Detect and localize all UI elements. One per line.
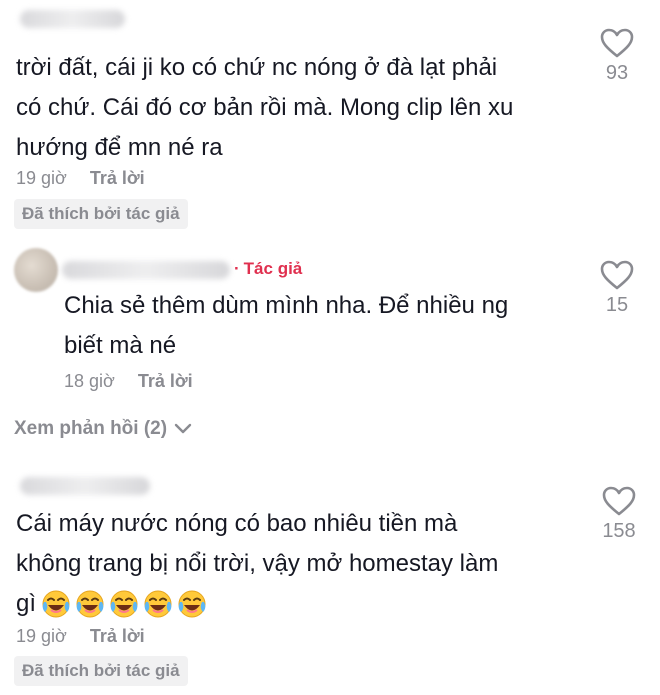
laughing-tears-emoji (76, 590, 104, 618)
reply-button[interactable]: Trả lời (90, 168, 145, 188)
username-blurred[interactable] (20, 10, 125, 28)
view-replies-button[interactable]: Xem phản hồi (2) (14, 418, 193, 440)
avatar[interactable] (14, 248, 58, 292)
comment-text-line: trời đất, cái ji ko có chứ nc nóng ở đà … (16, 54, 498, 81)
comment-text-line: Cái máy nước nóng có bao nhiêu tiền mà (16, 510, 458, 537)
like-button[interactable]: 93 (592, 28, 642, 85)
laughing-tears-emoji (42, 590, 70, 618)
emoji-row (40, 588, 208, 620)
comment-meta: 19 giờ Trả lời (16, 168, 145, 189)
comment-text-line: không trang bị nổi trời, vậy mở homestay… (16, 550, 499, 577)
comment-text-line: có chứ. Cái đó cơ bản rồi mà. Mong clip … (16, 94, 514, 121)
author-tag: · Tác giả (234, 259, 302, 279)
comment-text-line: Chia sẻ thêm dùm mình nha. Để nhiều ng (64, 292, 509, 319)
liked-by-author-badge: Đã thích bởi tác giả (14, 656, 188, 686)
laughing-tears-emoji (144, 590, 172, 618)
comment-text-line: gì (16, 584, 498, 624)
author-tag-label: Tác giả (243, 259, 303, 278)
comment-text-line: hướng để mn né ra (16, 134, 223, 161)
username-blurred[interactable] (62, 261, 230, 279)
username-blurred[interactable] (20, 477, 150, 495)
view-replies-label: Xem phản hồi (2) (14, 418, 168, 439)
liked-by-author-badge: Đã thích bởi tác giả (14, 199, 188, 229)
comment-text: Chia sẻ thêm dùm mình nha. Để nhiều ng b… (64, 286, 508, 366)
chevron-down-icon (174, 423, 192, 434)
comment-time: 18 giờ (64, 371, 115, 391)
laughing-tears-emoji (110, 590, 138, 618)
comment-meta: 18 giờ Trả lời (64, 371, 193, 392)
laughing-tears-emoji (178, 590, 206, 618)
like-button[interactable]: 158 (594, 486, 644, 543)
like-count: 93 (605, 62, 629, 84)
reply-button[interactable]: Trả lời (138, 371, 193, 391)
comment-text-line: biết mà né (64, 332, 177, 359)
comment-text: Cái máy nước nóng có bao nhiêu tiền mà k… (16, 504, 498, 624)
heart-icon (600, 28, 634, 58)
heart-icon (602, 486, 636, 516)
comment-1: trời đất, cái ji ko có chứ nc nóng ở đà … (0, 0, 660, 235)
comment-time: 19 giờ (16, 626, 67, 646)
like-button[interactable]: 15 (592, 260, 642, 317)
comment-text: trời đất, cái ji ko có chứ nc nóng ở đà … (16, 48, 513, 168)
reply-button[interactable]: Trả lời (90, 626, 145, 646)
heart-icon (600, 260, 634, 290)
comment-3: Cái máy nước nóng có bao nhiêu tiền mà k… (0, 460, 660, 695)
comment-meta: 19 giờ Trả lời (16, 626, 145, 647)
like-count: 15 (605, 294, 629, 316)
comment-2-author-reply: · Tác giả Chia sẻ thêm dùm mình nha. Để n… (0, 235, 660, 405)
like-count: 158 (602, 520, 636, 542)
comment-time: 19 giờ (16, 168, 67, 188)
separator-dot: · (234, 259, 240, 278)
comment-text-tail: gì (16, 590, 37, 617)
